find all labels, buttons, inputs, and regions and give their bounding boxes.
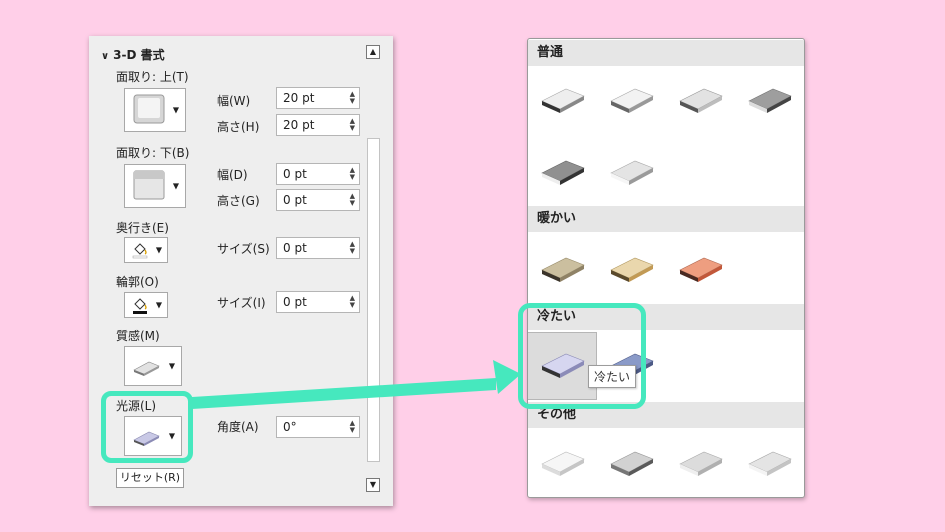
lighting-option-icon[interactable]: [536, 73, 590, 127]
lighting-option-icon[interactable]: [536, 436, 590, 490]
lighting-option-icon[interactable]: [605, 436, 659, 490]
lighting-option-icon[interactable]: [605, 73, 659, 127]
lighting-option-icon[interactable]: [743, 436, 797, 490]
lighting-option-icon[interactable]: [605, 145, 659, 199]
lighting-option-icon[interactable]: [536, 145, 590, 199]
lighting-gallery: 普通 暖かい 冷たい その他: [527, 38, 805, 498]
lighting-option-icon[interactable]: [674, 436, 728, 490]
lighting-option-icon[interactable]: [674, 73, 728, 127]
lighting-option-icon[interactable]: [674, 242, 728, 296]
lighting-option-icon[interactable]: [536, 242, 590, 296]
gallery-section-normal: 普通: [528, 40, 804, 66]
gallery-section-warm: 暖かい: [528, 206, 804, 232]
cool-section-highlight-frame: [518, 303, 646, 409]
lighting-option-icon[interactable]: [743, 73, 797, 127]
lighting-option-icon[interactable]: [605, 242, 659, 296]
